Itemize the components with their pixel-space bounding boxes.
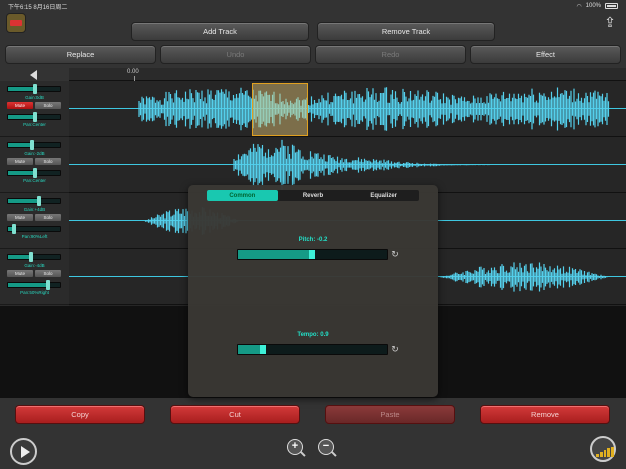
undo-button[interactable]: Undo (160, 45, 311, 64)
gain-slider[interactable] (7, 84, 61, 94)
ruler-start-label: 0.00 (127, 69, 139, 75)
waveform-path (233, 139, 490, 191)
tab-reverb[interactable]: Reverb (278, 190, 349, 201)
tempo-label: Tempo: 0.9 (297, 332, 329, 338)
redo-button[interactable]: Redo (315, 45, 466, 64)
mute-button[interactable]: Mute (7, 214, 33, 221)
track-control-4: Gain:-4dB Mute Solo Pan:50%Right (0, 249, 69, 305)
mute-button[interactable]: Mute (7, 270, 33, 277)
mute-solo-group: Mute Solo (7, 158, 61, 165)
mute-solo-group: Mute Solo (7, 214, 61, 221)
tempo-slider[interactable] (237, 344, 388, 355)
battery-percent: 100% (585, 3, 601, 9)
pan-slider[interactable] (7, 112, 61, 122)
gain-label: Gain:-4dB (24, 263, 45, 268)
gain-slider[interactable] (7, 140, 61, 150)
mute-solo-group: Mute Solo (7, 102, 61, 109)
mute-solo-group: Mute Solo (7, 270, 61, 277)
waveform-path (439, 262, 608, 292)
effect-button[interactable]: Effect (470, 45, 621, 64)
status-bar: 下午6:15 8月16日周二 ◠ 100% (0, 0, 626, 12)
battery-icon (605, 3, 618, 9)
pan-slider[interactable] (7, 168, 61, 178)
tempo-reset-icon[interactable]: ↻ (390, 344, 400, 354)
tab-common[interactable]: Common (207, 190, 278, 201)
timeline-ruler[interactable]: 0.00 (69, 68, 626, 81)
back-arrow-icon[interactable] (30, 70, 37, 80)
copy-button[interactable]: Copy (15, 405, 145, 424)
replace-button[interactable]: Replace (5, 45, 156, 64)
play-button[interactable] (10, 438, 37, 465)
track-lane-1[interactable] (69, 81, 626, 137)
track-control-1: Gain:0dB Mute Solo Pan:Center (0, 81, 69, 137)
pan-slider[interactable] (7, 224, 61, 234)
app-logo-icon (6, 13, 26, 33)
waveform-path (138, 87, 610, 131)
effect-tab-bar: Common Reverb Equalizer (207, 190, 419, 201)
track-control-3: Gain:+4dB Mute Solo Pan:90%Left (0, 193, 69, 249)
pitch-slider[interactable] (237, 249, 388, 260)
level-meter-icon[interactable] (590, 436, 616, 462)
status-time: 下午6:15 8月16日周二 (8, 4, 68, 11)
track-controls-panel: Gain:0dB Mute Solo Pan:Center Gain:-2dB … (0, 81, 69, 306)
selection-region[interactable] (252, 83, 308, 136)
solo-button[interactable]: Solo (35, 158, 61, 165)
tab-equalizer[interactable]: Equalizer (348, 190, 419, 201)
pan-label: Pan:90%Left (21, 234, 48, 239)
status-right: ◠ 100% (576, 3, 618, 10)
cut-button[interactable]: Cut (170, 405, 300, 424)
pitch-reset-icon[interactable]: ↻ (390, 249, 400, 259)
mute-button[interactable]: Mute (7, 102, 33, 109)
mute-button[interactable]: Mute (7, 158, 33, 165)
solo-button[interactable]: Solo (35, 214, 61, 221)
zoom-in-icon[interactable]: + (287, 439, 303, 455)
gain-label: Gain:-2dB (24, 151, 45, 156)
app-window: 下午6:15 8月16日周二 ◠ 100% ⇪ Add Track Remove… (0, 0, 626, 469)
remove-button[interactable]: Remove (480, 405, 610, 424)
add-track-button[interactable]: Add Track (131, 22, 309, 41)
wifi-icon: ◠ (576, 3, 582, 10)
solo-button[interactable]: Solo (35, 270, 61, 277)
pitch-label: Pitch: -0.2 (298, 237, 328, 243)
remove-track-button[interactable]: Remove Track (317, 22, 495, 41)
gain-slider[interactable] (7, 196, 61, 206)
effect-dialog: Common Reverb Equalizer Pitch: -0.2 ↻ Te… (188, 185, 438, 397)
share-icon[interactable]: ⇪ (602, 15, 618, 29)
paste-button[interactable]: Paste (325, 405, 455, 424)
pan-label: Pan:Center (23, 178, 46, 183)
waveform-1 (138, 87, 610, 131)
gain-label: Gain:+4dB (23, 207, 46, 212)
solo-button[interactable]: Solo (35, 102, 61, 109)
track-control-2: Gain:-2dB Mute Solo Pan:Center (0, 137, 69, 193)
gain-label: Gain:0dB (25, 95, 44, 100)
pan-slider[interactable] (7, 280, 61, 290)
zoom-out-icon[interactable]: − (318, 439, 334, 455)
gain-slider[interactable] (7, 252, 61, 262)
pan-label: Pan:50%Right (20, 290, 49, 295)
pan-label: Pan:Center (23, 122, 46, 127)
